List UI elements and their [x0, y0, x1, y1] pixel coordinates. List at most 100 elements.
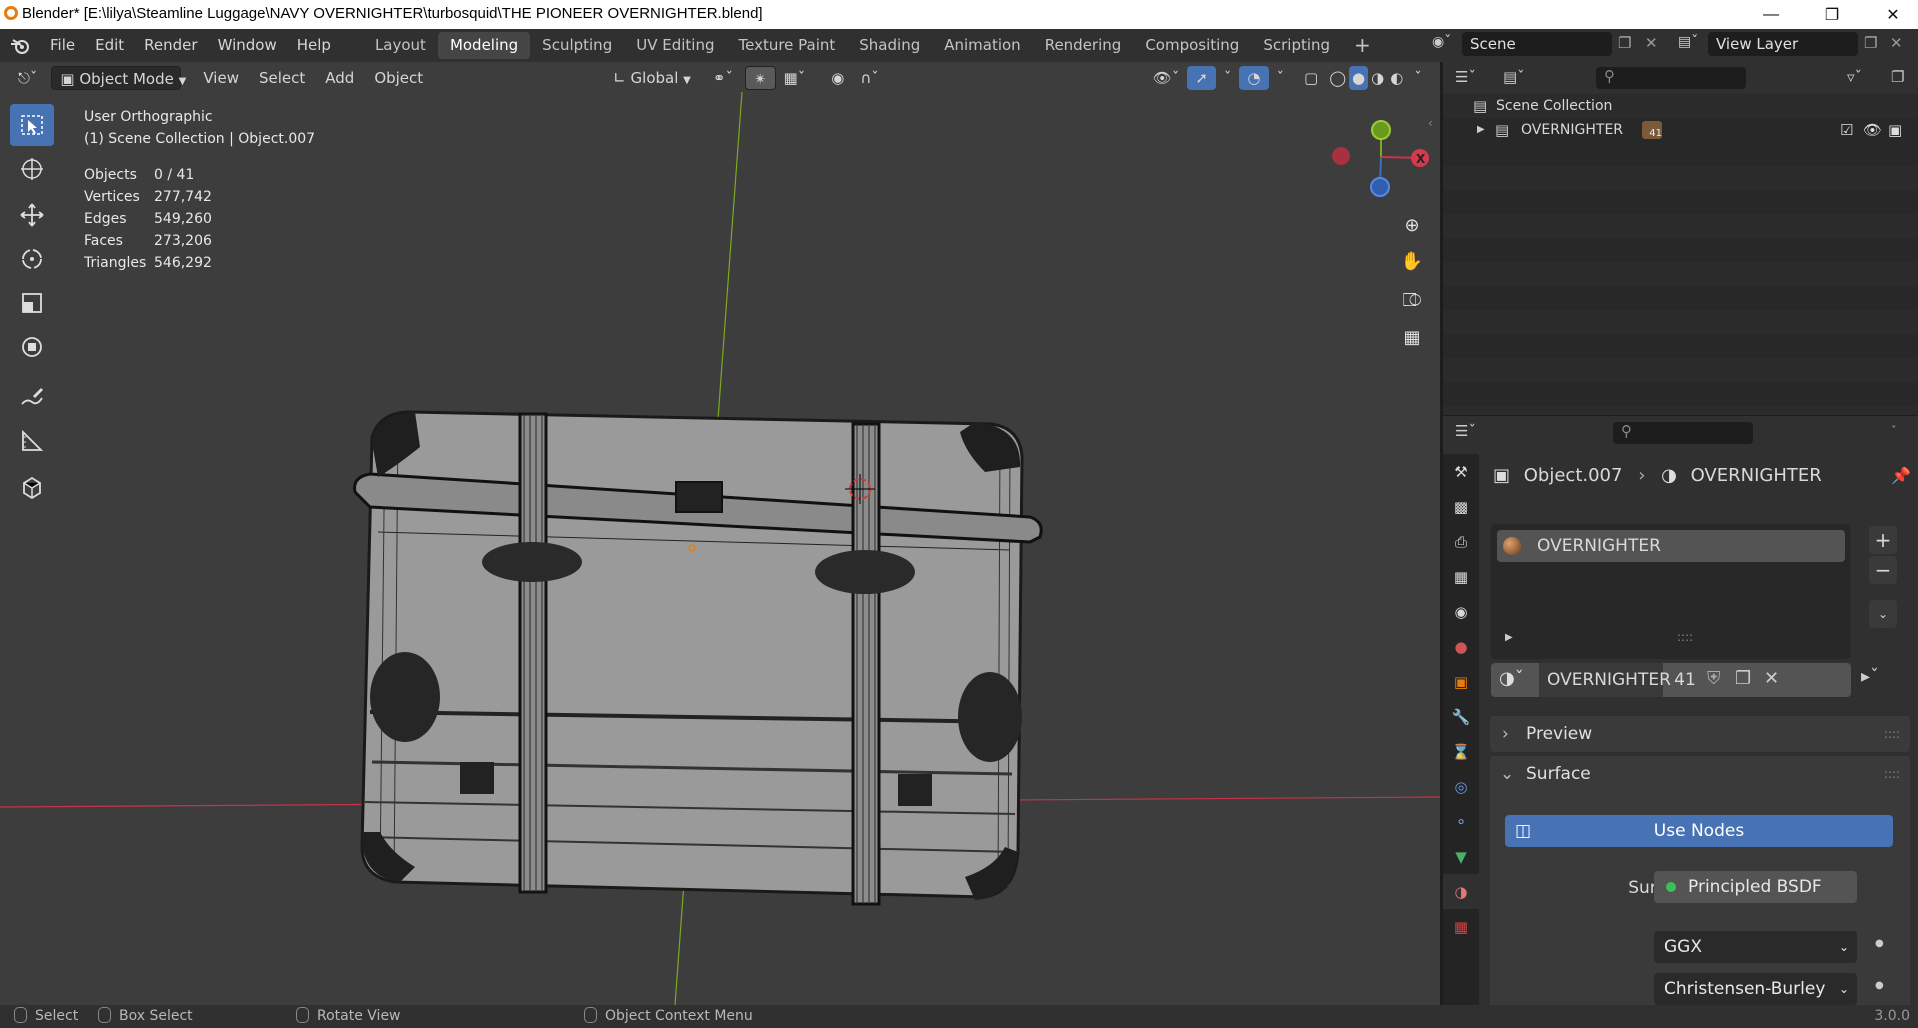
animate-dot-icon[interactable]: ● [1875, 938, 1884, 949]
3d-viewport[interactable]: X ⎋ˇ ▣ Object Mode ▼ View Select Add Obj… [0, 62, 1440, 1005]
eye-icon[interactable]: 👁 [1863, 118, 1882, 142]
outliner-editor-icon[interactable]: ☰ˇ [1455, 68, 1476, 86]
camera-view-icon[interactable]: ⎄ [1397, 285, 1427, 315]
menu-render[interactable]: Render [134, 29, 207, 62]
users-count[interactable]: 41 [1665, 663, 1705, 697]
scene-tab-icon[interactable]: ◉ [1443, 594, 1479, 629]
solid-shading-icon[interactable]: ● [1349, 66, 1369, 90]
filter-icon[interactable]: ▿ˇ [1847, 68, 1862, 86]
chevron-down-icon[interactable]: ˇ [1891, 424, 1897, 437]
zoom-icon[interactable]: ⊕ [1397, 210, 1427, 240]
drag-handle-icon[interactable]: :::: [1884, 756, 1900, 792]
distribution-dropdown[interactable]: GGX ⌄ [1654, 931, 1857, 963]
world-tab-icon[interactable]: ● [1443, 629, 1479, 664]
duplicate-icon[interactable]: ❐ [1735, 668, 1751, 689]
pivot-point-icon[interactable]: ⚭ˇ [705, 66, 741, 90]
tab-compositing[interactable]: Compositing [1133, 32, 1251, 59]
close-button[interactable]: ✕ [1870, 0, 1916, 29]
surface-panel-header[interactable]: ⌄ Surface :::: [1490, 756, 1910, 792]
tab-uv-editing[interactable]: UV Editing [624, 32, 726, 59]
shading-dropdown-icon[interactable]: ˇ [1406, 66, 1430, 90]
data-tab-icon[interactable]: ▼ [1443, 839, 1479, 874]
annotate-tool-icon[interactable] [10, 376, 54, 418]
move-tool-icon[interactable] [10, 194, 54, 236]
gizmo-toggle-icon[interactable]: ➚ [1187, 66, 1216, 90]
viewport-menu-object[interactable]: Object [366, 66, 431, 90]
expand-arrow-icon[interactable]: ▶ [1477, 118, 1485, 142]
overlay-toggle-icon[interactable]: ◔ [1239, 66, 1269, 90]
new-scene-icon[interactable]: ❐ [1618, 34, 1631, 52]
resize-handle-icon[interactable]: :::: [1677, 630, 1693, 644]
scene-name-field[interactable]: Scene [1462, 32, 1612, 56]
outliner-row[interactable]: ▶ ▤ OVERNIGHTER 41 ☑ 👁 ▣ [1443, 118, 1918, 142]
delete-scene-icon[interactable]: ✕ [1645, 34, 1658, 52]
rotate-tool-icon[interactable] [10, 238, 54, 280]
tab-animation[interactable]: Animation [932, 32, 1032, 59]
add-cube-tool-icon[interactable] [10, 466, 54, 508]
tab-texture-paint[interactable]: Texture Paint [726, 32, 847, 59]
material-name-field[interactable]: OVERNIGHTER [1539, 663, 1671, 697]
material-slot-item[interactable]: OVERNIGHTER [1497, 530, 1845, 562]
measure-tool-icon[interactable] [10, 420, 54, 462]
gizmo-dropdown-icon[interactable]: ˇ [1216, 66, 1240, 90]
fake-user-icon[interactable]: ⛨ [1707, 668, 1721, 689]
blender-menu-icon[interactable] [0, 29, 40, 62]
checkbox-icon[interactable]: ☑ [1840, 118, 1853, 142]
remove-slot-button[interactable]: − [1869, 556, 1897, 584]
view-layer-field[interactable]: View Layer [1708, 32, 1858, 56]
tool-tab-icon[interactable]: ⚒ [1443, 454, 1479, 489]
visibility-icon[interactable]: 👁ˇ [1145, 66, 1188, 90]
viewport-menu-add[interactable]: Add [317, 66, 362, 90]
menu-window[interactable]: Window [208, 29, 287, 62]
object-tab-icon[interactable]: ▣ [1443, 664, 1479, 699]
texture-tab-icon[interactable]: ▦ [1443, 909, 1479, 944]
tab-layout[interactable]: Layout [363, 32, 438, 59]
delete-view-layer-icon[interactable]: ✕ [1890, 34, 1903, 52]
camera-icon[interactable]: ▣ [1888, 118, 1902, 142]
transform-orientation[interactable]: ∟ Global ▼ [605, 66, 699, 90]
scale-tool-icon[interactable] [10, 282, 54, 324]
mode-selector[interactable]: ▣ Object Mode ▼ [51, 66, 186, 90]
tab-rendering[interactable]: Rendering [1033, 32, 1134, 59]
tab-sculpting[interactable]: Sculpting [530, 32, 624, 59]
preview-panel-header[interactable]: › Preview :::: [1490, 716, 1910, 752]
subsurface-method-dropdown[interactable]: Christensen-Burley ⌄ [1654, 973, 1857, 1005]
browse-material-icon[interactable]: ◑ˇ [1499, 668, 1524, 689]
rendered-shading-icon[interactable]: ◐ [1387, 66, 1406, 90]
menu-help[interactable]: Help [287, 29, 341, 62]
select-box-tool-icon[interactable] [10, 104, 54, 146]
expand-arrow-icon[interactable]: ▶ [1505, 632, 1513, 643]
proportional-edit-icon[interactable]: ◉ [823, 66, 852, 90]
unlink-icon[interactable]: ✕ [1764, 668, 1779, 689]
viewport-menu-select[interactable]: Select [251, 66, 313, 90]
snap-target-icon[interactable]: ▦ˇ [776, 66, 814, 90]
constraints-tab-icon[interactable]: ⚬ [1443, 804, 1479, 839]
pin-icon[interactable]: 📌 [1891, 466, 1911, 485]
viewport-menu-view[interactable]: View [195, 66, 247, 90]
modifier-tab-icon[interactable]: 🔧 [1443, 699, 1479, 734]
restore-button[interactable]: ❐ [1809, 0, 1855, 29]
slot-menu-icon[interactable]: ⌄ [1869, 600, 1897, 628]
render-tab-icon[interactable]: ▩ [1443, 489, 1479, 524]
material-tab-icon[interactable]: ◑ [1443, 874, 1479, 909]
tab-shading[interactable]: Shading [847, 32, 932, 59]
new-view-layer-icon[interactable]: ❐ [1864, 34, 1877, 52]
link-type-icon[interactable]: ▸ˇ [1861, 666, 1879, 687]
physics-tab-icon[interactable]: ◎ [1443, 769, 1479, 804]
outliner-search-input[interactable]: ⚲ [1596, 67, 1746, 89]
tab-scripting[interactable]: Scripting [1251, 32, 1342, 59]
overlay-dropdown-icon[interactable]: ˇ [1269, 66, 1293, 90]
cursor-tool-icon[interactable] [10, 148, 54, 190]
wireframe-shading-icon[interactable]: ◯ [1326, 66, 1349, 90]
pan-hand-icon[interactable]: ✋ [1397, 246, 1427, 276]
use-nodes-button[interactable]: ◫ Use Nodes [1505, 815, 1893, 847]
xray-toggle-icon[interactable]: ▢ [1296, 66, 1326, 90]
view-layer-icon[interactable]: ▤ˇ [1678, 34, 1698, 50]
animate-dot-icon[interactable]: ● [1875, 980, 1884, 991]
new-collection-icon[interactable]: ❐ [1891, 68, 1904, 86]
display-mode-icon[interactable]: ▤ˇ [1503, 68, 1525, 86]
drag-handle-icon[interactable]: :::: [1884, 716, 1900, 752]
falloff-icon[interactable]: ∩ˇ [852, 66, 886, 90]
output-tab-icon[interactable]: ⎙ [1443, 524, 1479, 559]
menu-file[interactable]: File [40, 29, 85, 62]
